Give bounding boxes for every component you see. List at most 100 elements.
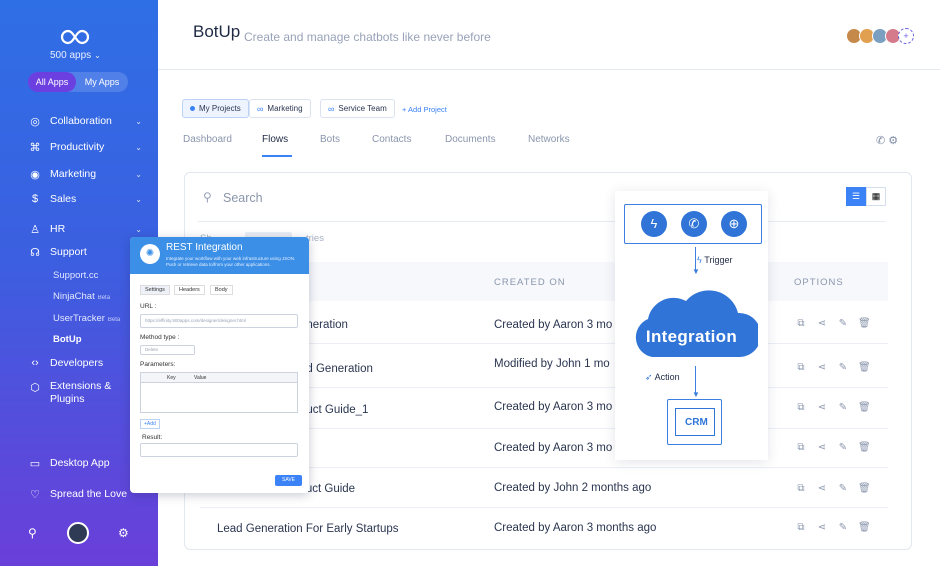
row-options: ⧉ ⋖ ✎ 🗑 bbox=[795, 402, 870, 413]
row-created: Created by John 2 months ago bbox=[494, 482, 652, 494]
edit-icon[interactable]: ✎ bbox=[837, 362, 849, 373]
gear-icon[interactable]: ⚙ bbox=[888, 135, 898, 147]
subitem-label: NinjaChat bbox=[53, 291, 95, 302]
share-icon[interactable]: ⋖ bbox=[816, 442, 828, 453]
sidebar-item-desktop-app[interactable]: ▭ Desktop App bbox=[28, 456, 146, 470]
copy-icon[interactable]: ⧉ bbox=[795, 483, 807, 494]
user-avatar[interactable] bbox=[67, 522, 89, 544]
search-input[interactable]: Search bbox=[223, 191, 263, 205]
tab-dashboard[interactable]: Dashboard bbox=[183, 134, 232, 145]
project-chip-service-team[interactable]: ∞ Service Team bbox=[320, 99, 395, 118]
gear-icon[interactable]: ⚙ bbox=[118, 526, 129, 540]
share-icon[interactable]: ⋖ bbox=[816, 522, 828, 533]
sidebar-item-label: Extensions & Plugins bbox=[50, 380, 112, 405]
grid-view-button[interactable]: ▦ bbox=[866, 187, 886, 206]
save-button[interactable]: SAVE bbox=[275, 475, 302, 486]
result-field[interactable] bbox=[140, 443, 298, 457]
sidebar-subitem-supportcc[interactable]: Support.cc bbox=[53, 270, 98, 281]
copy-icon[interactable]: ⧉ bbox=[795, 362, 807, 373]
tab-settings[interactable]: Settings bbox=[140, 285, 170, 295]
parameters-table: Key Value bbox=[140, 372, 298, 413]
action-label: ➶ Action bbox=[645, 372, 680, 383]
tab-networks[interactable]: Networks bbox=[528, 134, 570, 145]
delete-icon[interactable]: 🗑 bbox=[858, 318, 871, 329]
messenger-icon[interactable]: ϟ bbox=[641, 211, 667, 237]
project-chip-my-projects[interactable]: My Projects bbox=[182, 99, 249, 118]
copy-icon[interactable]: ⧉ bbox=[795, 402, 807, 413]
sidebar-item-label: HR bbox=[50, 223, 66, 235]
sidebar-item-sales[interactable]: $ Sales ⌄ bbox=[28, 192, 146, 206]
sidebar-item-label: Developers bbox=[50, 357, 104, 369]
sidebar-item-developers[interactable]: ‹› Developers bbox=[28, 356, 146, 370]
sidebar-item-extensions[interactable]: ⬡ Extensions & Plugins bbox=[28, 380, 146, 406]
sidebar-item-support[interactable]: ☊ Support bbox=[28, 245, 146, 259]
sidebar-item-marketing[interactable]: ◉ Marketing ⌄ bbox=[28, 167, 146, 181]
puzzle-icon: ⬡ bbox=[30, 381, 40, 394]
copy-icon[interactable]: ⧉ bbox=[795, 522, 807, 533]
copy-icon[interactable]: ⧉ bbox=[795, 318, 807, 329]
parameters-label: Parameters: bbox=[140, 361, 176, 368]
edit-icon[interactable]: ✎ bbox=[837, 522, 849, 533]
heart-icon: ♡ bbox=[30, 488, 40, 501]
all-apps-tab[interactable]: All Apps bbox=[28, 72, 76, 92]
add-user-icon[interactable]: + bbox=[898, 28, 914, 44]
tab-documents[interactable]: Documents bbox=[445, 134, 496, 145]
sidebar-item-productivity[interactable]: ⌘ Productivity ⌄ bbox=[28, 140, 146, 154]
copy-icon[interactable]: ⧉ bbox=[795, 442, 807, 453]
sidebar-item-spread-love[interactable]: ♡ Spread the Love bbox=[28, 487, 146, 501]
infinity-logo-icon[interactable] bbox=[60, 28, 90, 46]
users-icon: ♙ bbox=[30, 223, 40, 236]
sidebar-subitem-usertracker[interactable]: UserTracker Beta bbox=[53, 313, 120, 324]
my-apps-tab[interactable]: My Apps bbox=[76, 72, 128, 92]
tab-headers[interactable]: Headers bbox=[174, 285, 205, 295]
tab-flows[interactable]: Flows bbox=[262, 134, 288, 145]
tab-body[interactable]: Body bbox=[210, 285, 233, 295]
beta-badge: Beta bbox=[97, 295, 111, 301]
share-icon[interactable]: ⋖ bbox=[816, 402, 828, 413]
team-avatars[interactable]: + bbox=[846, 28, 914, 44]
page-subtitle: Create and manage chatbots like never be… bbox=[244, 30, 491, 44]
whatsapp-icon[interactable]: ✆ bbox=[681, 211, 707, 237]
row-name[interactable]: duct Guide_1 bbox=[300, 404, 368, 416]
share-icon[interactable]: ⋖ bbox=[816, 318, 828, 329]
chevron-down-icon: ⌄ bbox=[135, 224, 142, 234]
method-select[interactable]: Delete bbox=[140, 345, 195, 355]
delete-icon[interactable]: 🗑 bbox=[858, 522, 871, 533]
add-parameter-button[interactable]: +Add bbox=[140, 419, 160, 429]
phone-icon[interactable]: ✆ bbox=[876, 135, 885, 147]
delete-icon[interactable]: 🗑 bbox=[858, 402, 871, 413]
list-view-button[interactable]: ☰ bbox=[846, 187, 866, 206]
row-name[interactable]: ad Generation bbox=[300, 363, 373, 375]
delete-icon[interactable]: 🗑 bbox=[858, 483, 871, 494]
project-chip-marketing[interactable]: ∞ Marketing bbox=[249, 99, 311, 118]
row-name[interactable]: Lead Generation For Early Startups bbox=[217, 523, 399, 535]
row-created: Created by Aaron 3 mo bbox=[494, 319, 613, 331]
crm-box: CRM bbox=[667, 399, 722, 445]
share-icon[interactable]: ⋖ bbox=[816, 362, 828, 373]
tab-bots[interactable]: Bots bbox=[320, 134, 340, 145]
url-field[interactable]: https://effinity.500apps.com/designer/de… bbox=[140, 314, 298, 328]
sidebar-subitem-ninjachat[interactable]: NinjaChat Beta bbox=[53, 291, 110, 302]
delete-icon[interactable]: 🗑 bbox=[858, 362, 871, 373]
sidebar-item-collaboration[interactable]: ◎ Collaboration ⌄ bbox=[28, 114, 146, 128]
tab-contacts[interactable]: Contacts bbox=[372, 134, 411, 145]
edit-icon[interactable]: ✎ bbox=[837, 483, 849, 494]
rocket-icon[interactable]: ⚲ bbox=[28, 526, 37, 540]
sidebar-subitem-botup[interactable]: BotUp bbox=[53, 334, 82, 345]
channels-box: ϟ ✆ ⊕ bbox=[624, 204, 762, 244]
share-icon[interactable]: ⋖ bbox=[816, 483, 828, 494]
edit-icon[interactable]: ✎ bbox=[837, 402, 849, 413]
edit-icon[interactable]: ✎ bbox=[837, 318, 849, 329]
sidebar-item-hr[interactable]: ♙ HR ⌄ bbox=[28, 222, 146, 236]
rest-panel-title: REST Integration bbox=[166, 242, 243, 253]
chevron-down-icon: ⌄ bbox=[135, 169, 142, 179]
chip-label: Marketing bbox=[267, 104, 303, 113]
edit-icon[interactable]: ✎ bbox=[837, 442, 849, 453]
apps-toggle: All Apps My Apps bbox=[28, 72, 128, 92]
trigger-text: Trigger bbox=[704, 255, 733, 265]
delete-icon[interactable]: 🗑 bbox=[858, 442, 871, 453]
app-switcher[interactable]: 500 apps ⌄ bbox=[50, 50, 101, 61]
web-icon[interactable]: ⊕ bbox=[721, 211, 747, 237]
add-project-link[interactable]: + Add Project bbox=[402, 105, 447, 114]
sidebar-item-label: Collaboration bbox=[50, 115, 112, 127]
